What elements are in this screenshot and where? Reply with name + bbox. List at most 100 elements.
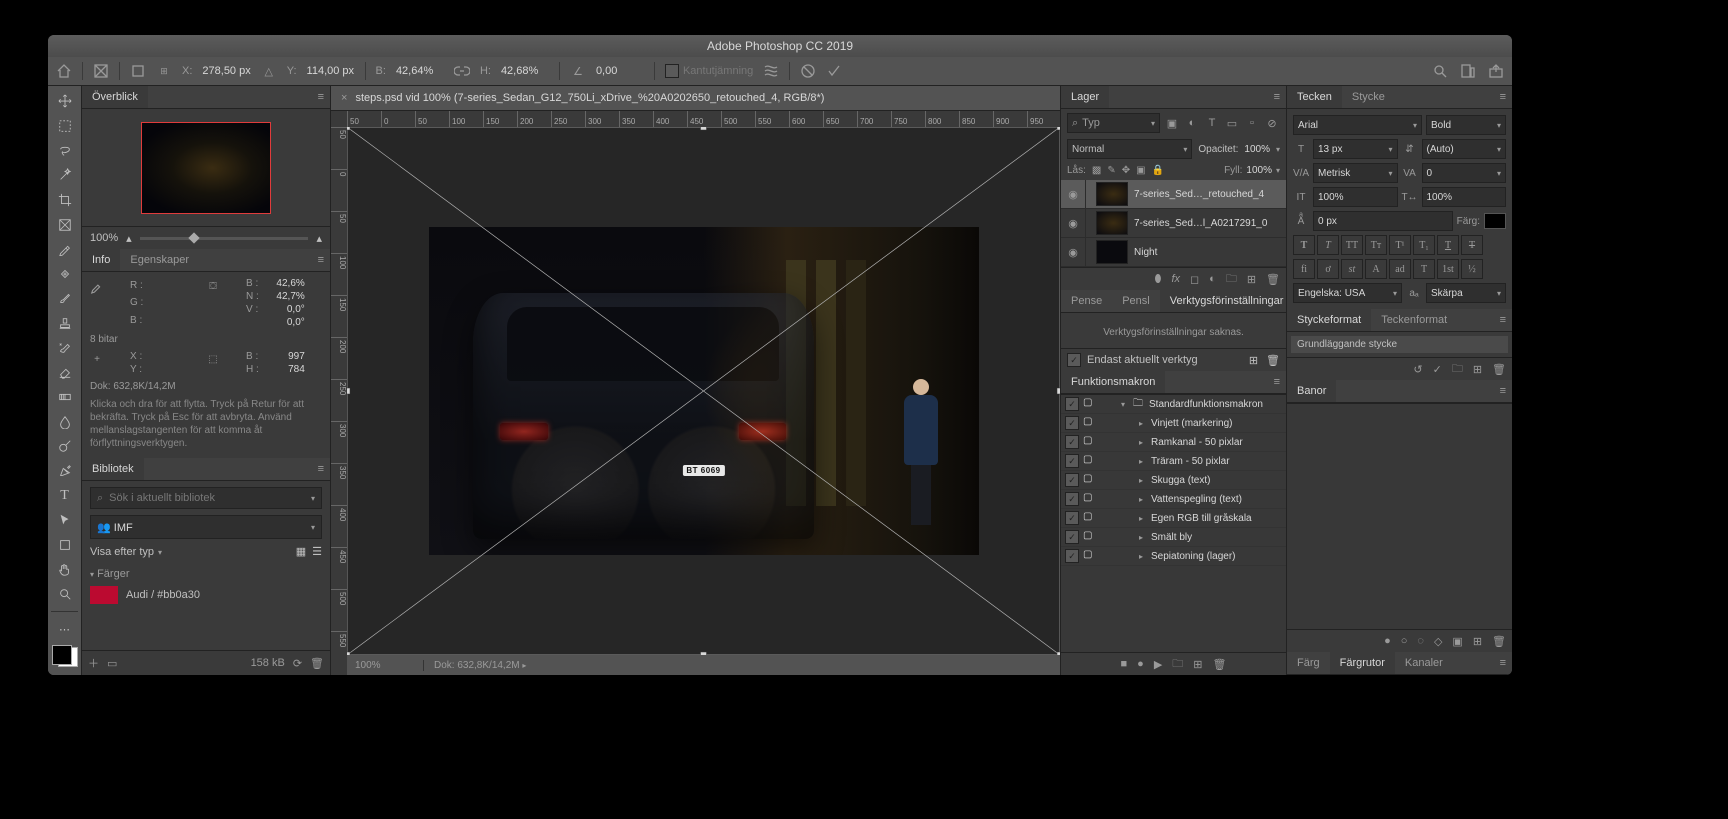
new-path-mask-icon[interactable]: ▣ (1452, 635, 1462, 648)
layer-thumbnail[interactable] (1096, 182, 1128, 206)
layer-name-label[interactable]: 7-series_Sed…l_A0217291_0 (1134, 218, 1280, 229)
libraries-menu-icon[interactable] (312, 463, 330, 475)
canvas-viewport[interactable]: BT 6069 (347, 127, 1060, 655)
selection-to-path-icon[interactable]: ◇ (1434, 635, 1442, 648)
action-enabled-checkbox[interactable] (1065, 454, 1079, 468)
delete-layer-icon[interactable]: 🗑 (1266, 273, 1280, 286)
delete-path-icon[interactable]: 🗑 (1492, 635, 1506, 648)
gradient-tool[interactable] (52, 388, 78, 407)
action-enabled-checkbox[interactable] (1065, 530, 1079, 544)
shape-tool[interactable] (52, 536, 78, 555)
lock-brush-icon[interactable]: ✎ (1107, 165, 1115, 176)
brushes-tab[interactable]: Pense (1061, 290, 1112, 312)
filter-type-icon[interactable]: T (1204, 115, 1220, 131)
angle-value[interactable]: 0,00 (596, 65, 644, 77)
underline[interactable]: T (1437, 235, 1459, 255)
vscale-field[interactable]: 100% (1313, 187, 1398, 207)
new-path-icon[interactable]: ⊞ (1473, 635, 1482, 648)
link-wh-icon[interactable] (454, 63, 470, 79)
action-dialog-icon[interactable]: ▢ (1083, 454, 1092, 468)
layer-name-label[interactable]: 7-series_Sed…_retouched_4 (1134, 189, 1280, 200)
history-brush-tool[interactable] (52, 338, 78, 357)
navigator-menu-icon[interactable] (312, 91, 330, 103)
path-select-tool[interactable] (52, 511, 78, 530)
faux-italic[interactable]: T (1317, 235, 1339, 255)
opacity-value[interactable]: 100% (1244, 144, 1270, 155)
add-group-icon[interactable]: ▭ (107, 657, 117, 670)
lock-pixels-icon[interactable]: ▩ (1092, 165, 1101, 176)
new-layer-icon[interactable]: ⊞ (1247, 273, 1256, 286)
heal-tool[interactable] (52, 264, 78, 283)
action-dialog-icon[interactable]: ▢ (1083, 492, 1092, 506)
text-color-swatch[interactable] (1484, 213, 1506, 229)
new-style-group-icon[interactable]: 🗀 (1452, 360, 1463, 379)
ordinals[interactable]: T (1413, 259, 1435, 279)
channels-tab[interactable]: Kanaler (1395, 652, 1453, 674)
character-menu-icon[interactable] (1494, 91, 1512, 103)
action-enabled-checkbox[interactable] (1065, 473, 1079, 487)
stylistic[interactable]: st (1341, 259, 1363, 279)
action-row[interactable]: ▢▸Egen RGB till gråskala (1061, 509, 1286, 528)
blend-mode-select[interactable]: Normal (1067, 139, 1192, 159)
document-tab[interactable]: × steps.psd vid 100% (7-series_Sedan_G12… (331, 86, 1060, 111)
stop-icon[interactable]: ■ (1121, 658, 1128, 670)
antialias-select[interactable]: Skärpa (1426, 283, 1506, 303)
layer-row[interactable]: ◉ 7-series_Sed…l_A0217291_0 (1061, 209, 1286, 238)
action-name[interactable]: Ramkanal - 50 pixlar (1151, 437, 1282, 448)
action-row[interactable]: ▢▸Ramkanal - 50 pixlar (1061, 433, 1286, 452)
visibility-icon[interactable]: ◉ (1061, 238, 1086, 266)
reference-grid-icon[interactable]: ⊞ (156, 63, 172, 79)
dodge-tool[interactable] (52, 437, 78, 456)
layers-menu-icon[interactable] (1268, 91, 1286, 103)
close-tab-icon[interactable]: × (341, 92, 347, 104)
library-swatch-item[interactable]: Audi / #bb0a30 (90, 586, 322, 604)
ligatures[interactable]: fi (1293, 259, 1315, 279)
library-picker[interactable]: 👥 IMF (90, 515, 322, 539)
vertical-ruler[interactable]: 50050100150200250300350400450500550 (331, 127, 348, 675)
language-select[interactable]: Engelska: USA (1293, 283, 1402, 303)
paths-list[interactable] (1287, 403, 1512, 629)
brush-tool[interactable] (52, 289, 78, 308)
navigator-zoom-value[interactable]: 100% (90, 232, 118, 244)
filter-pixel-icon[interactable]: ▣ (1164, 115, 1180, 131)
action-dialog-icon[interactable]: ▢ (1083, 530, 1092, 544)
filter-smart-icon[interactable]: ▫ (1244, 115, 1260, 131)
zoom-out-icon[interactable]: ▴ (126, 232, 132, 245)
smallcaps[interactable]: Tᴛ (1365, 235, 1387, 255)
fg-color-swatch[interactable] (52, 645, 72, 665)
visibility-icon[interactable]: ◉ (1061, 209, 1086, 237)
commit-transform-icon[interactable] (826, 63, 842, 79)
current-tool-only-checkbox[interactable] (1067, 353, 1081, 367)
action-name[interactable]: Träram - 50 pixlar (1151, 456, 1282, 467)
stamp-tool[interactable] (52, 314, 78, 333)
action-row[interactable]: ▢▸Smält bly (1061, 528, 1286, 547)
lasso-tool[interactable] (52, 141, 78, 160)
edit-toolbar[interactable]: ⋯ (52, 620, 78, 639)
status-docsize[interactable]: Dok: 632,8K/14,2M (424, 660, 536, 671)
action-dialog-icon[interactable]: ▢ (1083, 511, 1092, 525)
search-icon[interactable] (1432, 63, 1448, 79)
y-value[interactable]: 114,00 px (307, 65, 355, 77)
action-name[interactable]: Vinjett (markering) (1151, 418, 1282, 429)
adjustment-icon[interactable]: ◐ (1209, 273, 1216, 285)
action-dialog-icon[interactable]: ▢ (1083, 435, 1092, 449)
paragraph-tab[interactable]: Stycke (1342, 86, 1395, 108)
action-enabled-checkbox[interactable] (1065, 397, 1079, 411)
add-asset-icon[interactable]: ＋ (88, 655, 99, 671)
transform-box[interactable] (347, 127, 1060, 655)
strikethrough[interactable]: T (1461, 235, 1483, 255)
wand-tool[interactable] (52, 166, 78, 185)
properties-tab[interactable]: Egenskaper (120, 249, 199, 271)
visibility-icon[interactable]: ◉ (1061, 180, 1086, 208)
character-styles-tab[interactable]: Teckenformat (1371, 309, 1457, 331)
filter-toggle-icon[interactable]: ⊘ (1264, 115, 1280, 131)
cancel-transform-icon[interactable] (800, 63, 816, 79)
zoom-in-icon[interactable]: ▴ (316, 232, 322, 245)
fill-value[interactable]: 100% (1246, 165, 1272, 176)
action-row[interactable]: ▢▸Vattenspegling (text) (1061, 490, 1286, 509)
paths-menu-icon[interactable] (1494, 385, 1512, 397)
fractions[interactable]: 1st (1437, 259, 1459, 279)
type-tool[interactable]: T (52, 486, 78, 505)
sync-icon[interactable]: ⟳ (293, 657, 302, 670)
eraser-tool[interactable] (52, 363, 78, 382)
